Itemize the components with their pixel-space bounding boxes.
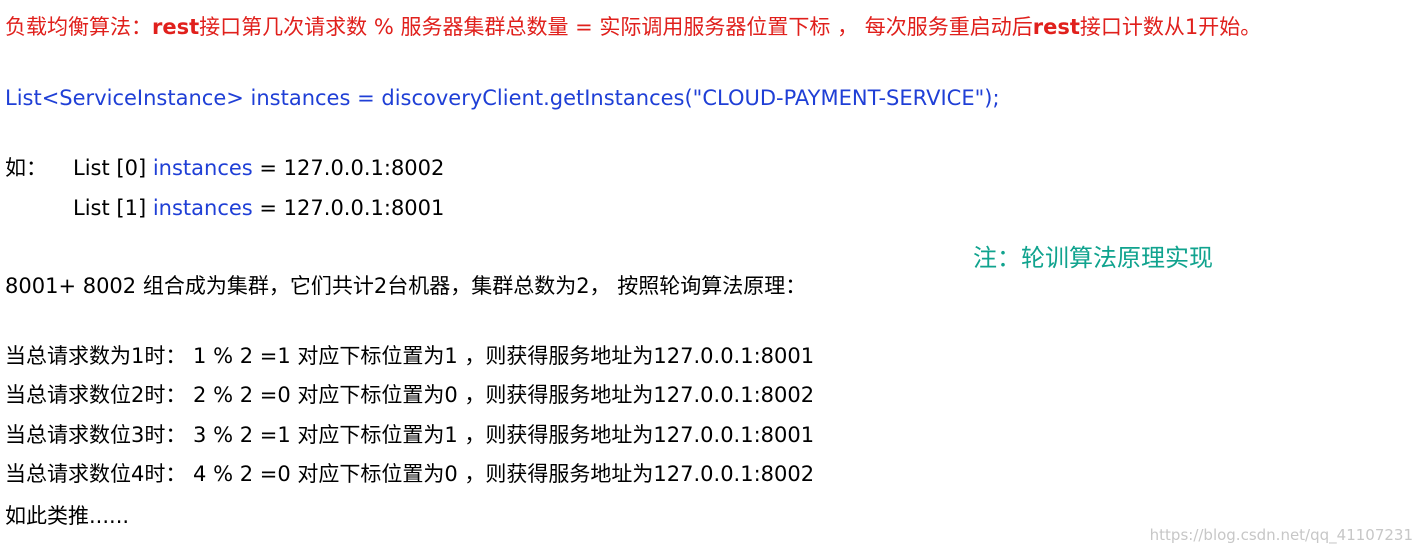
request-line-3: 当总请求数位4时： 4 % 2 =0 对应下标位置为0 ，则获得服务地址为127… (5, 462, 815, 486)
heading-part3: 接口计数从1开始。 (1079, 15, 1262, 39)
heading-rest2: rest (1032, 15, 1080, 39)
example-list-0: List [0] (73, 156, 147, 180)
note-text: 注：轮训算法原理实现 (973, 244, 1213, 272)
code-line: List<ServiceInstance> instances = discov… (5, 86, 1000, 110)
request-line-2: 当总请求数位3时： 3 % 2 =1 对应下标位置为1 ，则获得服务地址为127… (5, 423, 815, 447)
request-line-0: 当总请求数为1时： 1 % 2 =1 对应下标位置为1 ，则获得服务地址为127… (5, 344, 815, 368)
example-value-1: = 127.0.0.1:8001 (252, 196, 445, 220)
example-line-1: List [1] instances = 127.0.0.1:8001 (5, 194, 444, 222)
watermark: https://blog.csdn.net/qq_41107231 (1149, 526, 1413, 544)
heading-rest: rest (152, 15, 200, 39)
heading-line: 负载均衡算法：rest接口第几次请求数 % 服务器集群总数量 = 实际调用服务器… (5, 13, 1261, 41)
request-line-1: 当总请求数位2时： 2 % 2 =0 对应下标位置为0 ，则获得服务地址为127… (5, 383, 815, 407)
heading-part2: 接口第几次请求数 % 服务器集群总数量 = 实际调用服务器位置下标 ， 每次服务… (199, 15, 1033, 39)
example-word-0: instances (152, 156, 253, 180)
ending-line: 如此类推...... (5, 504, 130, 528)
example-value-0: = 127.0.0.1:8002 (252, 156, 445, 180)
heading-part1: 负载均衡算法： (5, 15, 152, 39)
example-prefix: 如： (5, 156, 47, 180)
cluster-line: 8001+ 8002 组合成为集群，它们共计2台机器，集群总数为2， 按照轮询算… (5, 274, 807, 298)
example-line-0: 如： List [0] instances = 127.0.0.1:8002 (5, 154, 444, 182)
example-list-1: List [1] (73, 196, 147, 220)
example-word-1: instances (152, 196, 253, 220)
